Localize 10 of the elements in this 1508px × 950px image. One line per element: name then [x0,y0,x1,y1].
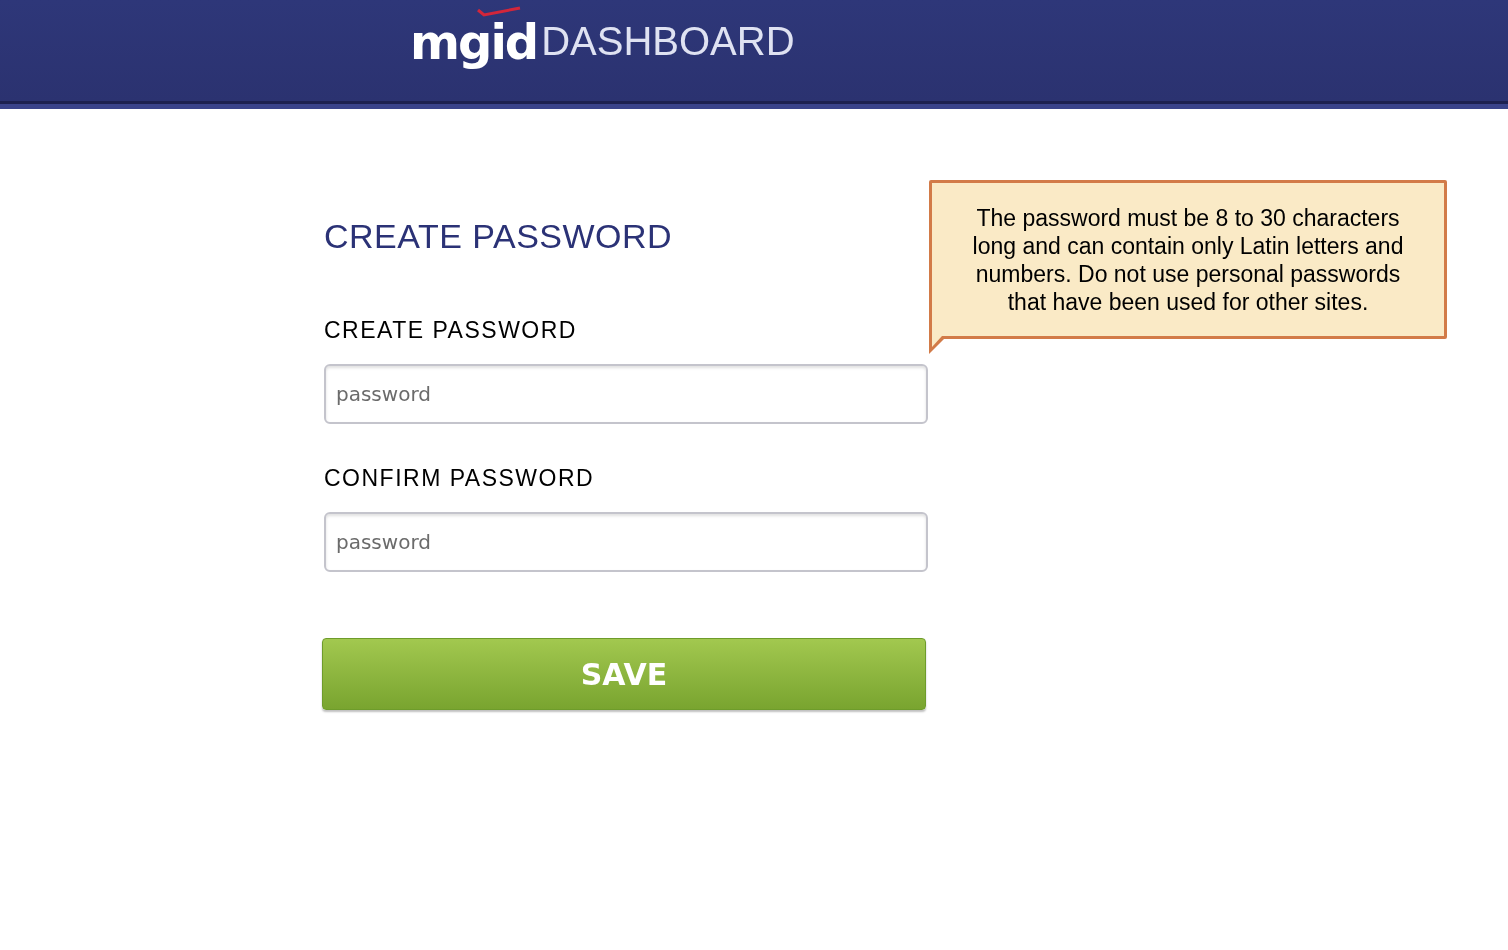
check-mark-icon [476,6,522,17]
tooltip: The password must be 8 to 30 characters long and can contain only Latin letters and numbers. Do not use personal passwords that have been used for other sites. [929,180,1447,339]
save-button[interactable]: SAVE [322,638,926,710]
field-label: CONFIRM PASSWORD [324,464,596,492]
page-title: CREATE PASSWORD [324,216,674,256]
logo-mark: mgid [410,17,538,67]
logo-text: DASHBOARD [541,18,795,65]
password-field[interactable]: password [324,364,928,424]
password-field[interactable]: password [324,512,928,572]
field-label: CREATE PASSWORD [324,316,578,344]
